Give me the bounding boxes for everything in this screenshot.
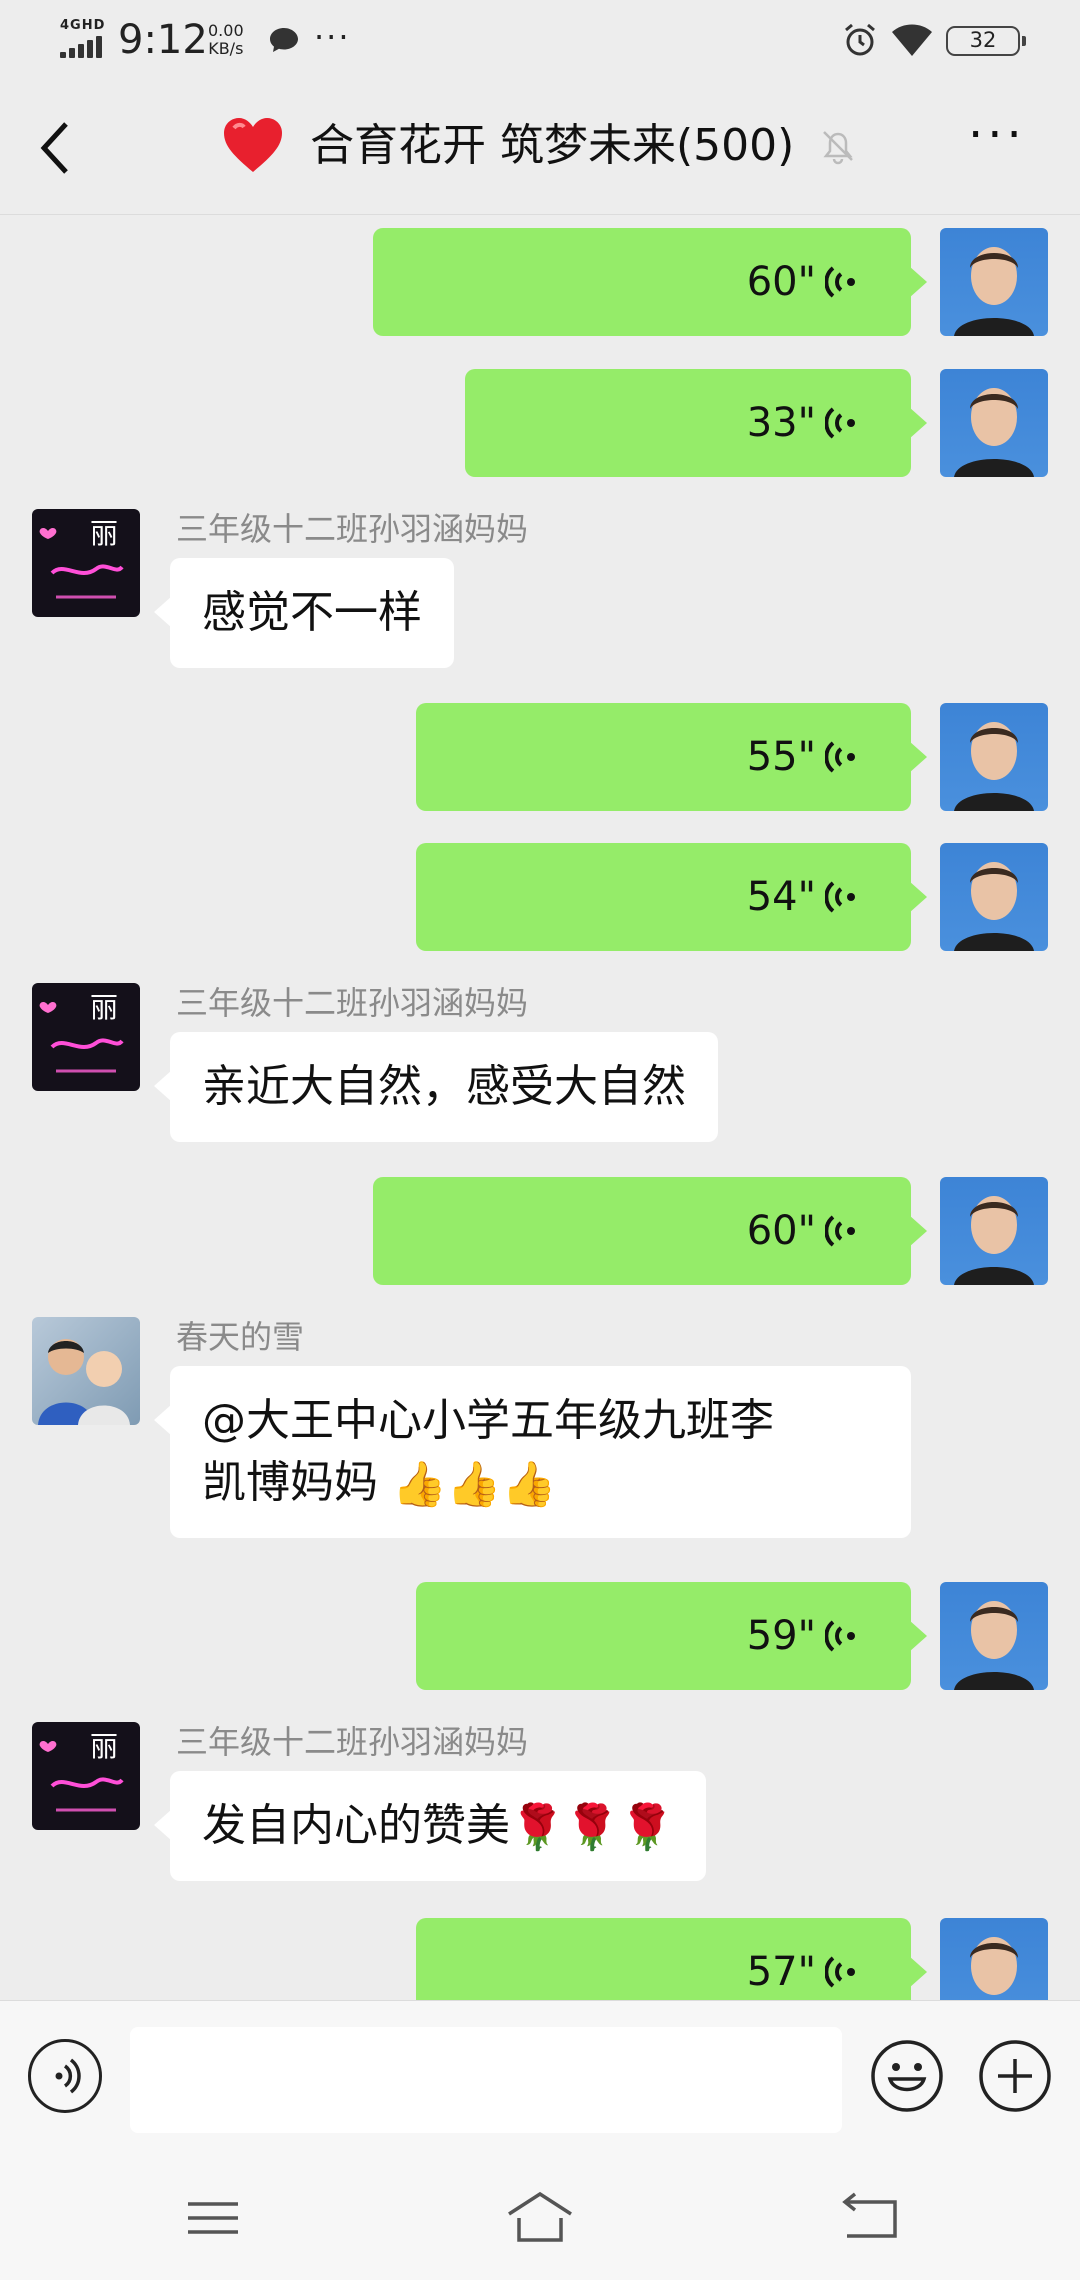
emoji-button-icon[interactable] bbox=[870, 2039, 944, 2113]
chat-header: 合育花开 筑梦未来(500) ··· bbox=[0, 80, 1080, 215]
sender-name: 春天的雪 bbox=[176, 1318, 305, 1356]
my-avatar[interactable] bbox=[940, 703, 1048, 811]
wifi-icon bbox=[892, 24, 932, 56]
voice-message[interactable]: 60" bbox=[373, 1177, 927, 1285]
sender-avatar[interactable] bbox=[32, 1317, 140, 1425]
message-input[interactable] bbox=[130, 2027, 842, 2133]
more-horizontal-icon[interactable]: ··· bbox=[968, 111, 1038, 170]
rose-emoji: 🌹🌹🌹 bbox=[510, 1802, 675, 1853]
speed-value: 0.00 bbox=[208, 21, 244, 40]
voice-wave-icon bbox=[825, 407, 855, 439]
network-speed: 0.00 KB/s bbox=[208, 22, 244, 58]
status-bar: 4GHD 9:12 0.00 KB/s ··· 32 bbox=[0, 0, 1080, 80]
my-avatar[interactable] bbox=[940, 1582, 1048, 1690]
avatar-label: 丽 bbox=[90, 517, 118, 550]
voice-message[interactable]: 57" bbox=[416, 1918, 927, 2000]
voice-message[interactable]: 60" bbox=[373, 228, 927, 336]
more-notifications-icon: ··· bbox=[314, 18, 351, 56]
alarm-icon bbox=[845, 23, 875, 56]
voice-duration: 33" bbox=[746, 400, 816, 446]
message-notification-icon bbox=[270, 28, 298, 52]
my-avatar[interactable] bbox=[940, 369, 1048, 477]
sender-name: 三年级十二班孙羽涵妈妈 bbox=[176, 510, 529, 548]
text-message[interactable]: @大王中心小学五年级九班李 凯博妈妈 👍👍👍 bbox=[154, 1366, 911, 1538]
voice-duration: 57" bbox=[746, 1949, 816, 1995]
sender-avatar[interactable]: 丽 bbox=[32, 1722, 140, 1830]
voice-duration: 59" bbox=[746, 1613, 816, 1659]
message-text: 发自内心的赞美 bbox=[202, 1800, 510, 1851]
input-bar bbox=[0, 2000, 1080, 2150]
my-avatar[interactable] bbox=[940, 1918, 1048, 2000]
voice-message[interactable]: 54" bbox=[416, 843, 927, 951]
message-line: 凯博妈妈 👍👍👍 bbox=[202, 1452, 879, 1514]
bell-off-icon bbox=[823, 131, 853, 165]
chat-messages: 60" 33" 丽 三年级十二班孙羽涵妈妈 感觉不一样 55" 54" 丽 三年… bbox=[0, 216, 1080, 2000]
voice-message[interactable]: 59" bbox=[416, 1582, 927, 1690]
sender-avatar[interactable]: 丽 bbox=[32, 983, 140, 1091]
sender-name: 三年级十二班孙羽涵妈妈 bbox=[176, 984, 529, 1022]
my-avatar[interactable] bbox=[940, 843, 1048, 951]
back-icon[interactable] bbox=[835, 2188, 905, 2248]
voice-wave-icon bbox=[825, 881, 855, 913]
sender-avatar[interactable]: 丽 bbox=[32, 509, 140, 617]
battery-indicator: 32 bbox=[946, 26, 1026, 56]
voice-icon bbox=[55, 2058, 81, 2094]
avatar-label: 丽 bbox=[90, 1730, 118, 1763]
voice-message[interactable]: 55" bbox=[416, 703, 927, 811]
my-avatar[interactable] bbox=[940, 228, 1048, 336]
voice-duration: 54" bbox=[746, 874, 816, 920]
text-message[interactable]: 亲近大自然，感受大自然 bbox=[154, 1032, 718, 1142]
voice-wave-icon bbox=[825, 1956, 855, 1988]
voice-message[interactable]: 33" bbox=[465, 369, 927, 477]
text-message[interactable]: 感觉不一样 bbox=[154, 558, 454, 668]
sender-name: 三年级十二班孙羽涵妈妈 bbox=[176, 1723, 529, 1761]
my-avatar[interactable] bbox=[940, 1177, 1048, 1285]
avatar-label: 丽 bbox=[90, 991, 118, 1024]
chevron-left-icon[interactable] bbox=[30, 118, 80, 178]
voice-wave-icon bbox=[825, 1620, 855, 1652]
red-heart-icon bbox=[224, 118, 282, 172]
chat-title: 合育花开 筑梦未来(500) bbox=[310, 120, 795, 171]
plus-button-icon[interactable] bbox=[978, 2039, 1052, 2113]
voice-wave-icon bbox=[825, 266, 855, 298]
speed-unit: KB/s bbox=[208, 39, 244, 58]
voice-wave-icon bbox=[825, 741, 855, 773]
text-message[interactable]: 发自内心的赞美🌹🌹🌹 bbox=[153, 1771, 707, 1881]
voice-input-button[interactable] bbox=[28, 2039, 102, 2113]
signal-icon bbox=[60, 36, 104, 58]
thumbs-up-emoji: 👍👍👍 bbox=[392, 1459, 557, 1510]
message-line-text: 凯博妈妈 bbox=[202, 1457, 392, 1508]
home-icon[interactable] bbox=[505, 2188, 575, 2248]
voice-duration: 55" bbox=[746, 734, 816, 780]
voice-wave-icon bbox=[825, 1215, 855, 1247]
voice-duration: 60" bbox=[746, 1208, 816, 1254]
menu-icon[interactable] bbox=[178, 2188, 248, 2248]
network-type: 4GHD bbox=[60, 18, 106, 33]
message-line: @大王中心小学五年级九班李 bbox=[202, 1395, 774, 1446]
system-nav-bar bbox=[0, 2150, 1080, 2280]
status-time: 9:12 bbox=[118, 17, 208, 63]
voice-duration: 60" bbox=[746, 259, 816, 305]
